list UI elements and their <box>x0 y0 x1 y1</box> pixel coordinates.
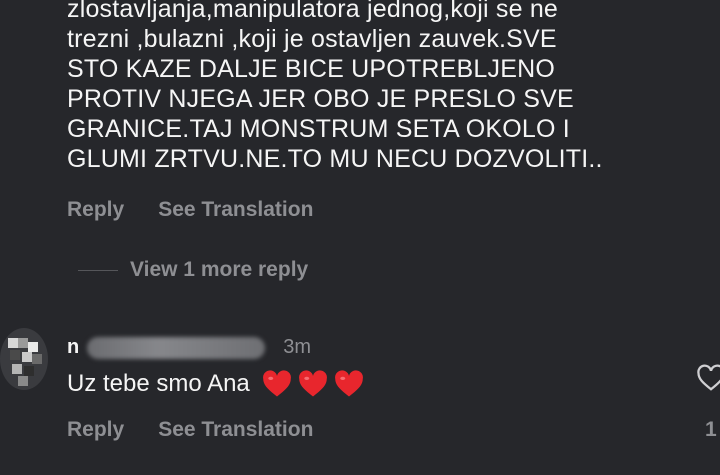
see-translation-button[interactable]: See Translation <box>158 198 313 222</box>
avatar-pixel <box>18 376 28 386</box>
avatar[interactable] <box>0 328 48 390</box>
reply-text-row: Uz tebe smo Ana <box>67 370 364 398</box>
reply-text: Uz tebe smo Ana <box>67 370 250 397</box>
username[interactable]: n <box>67 336 79 359</box>
comment-thread: zlostavljanja,manipulatora jednog,koji s… <box>0 0 720 475</box>
blurred-username <box>87 336 266 359</box>
comment-actions: Reply See Translation <box>67 198 313 222</box>
avatar-pixel <box>18 338 28 348</box>
avatar-pixel <box>32 354 42 364</box>
reply-button[interactable]: Reply <box>67 198 124 222</box>
like-heart-icon[interactable] <box>696 364 720 392</box>
view-more-replies-label: View 1 more reply <box>130 258 309 281</box>
timestamp: 3m <box>283 336 312 358</box>
reply-actions: Reply See Translation <box>67 418 313 442</box>
divider <box>78 269 118 271</box>
comment-line: zlostavljanja,manipulatora jednog,koji s… <box>67 0 559 23</box>
comment-line: PROTIV NJEGA JER OBO JE PRESLO SVE <box>67 85 574 113</box>
avatar-pixel <box>28 342 38 352</box>
see-translation-button[interactable]: See Translation <box>158 418 313 442</box>
avatar-pixel <box>24 366 34 376</box>
comment-text: zlostavljanja,manipulatora jednog,koji s… <box>67 0 667 174</box>
comment-line: GRANICE.TAJ MONSTRUM SETA OKOLO I <box>67 115 570 143</box>
like-count: 1 <box>705 418 717 441</box>
comment-line: GLUMI ZRTVU.NE.TO MU NECU DOZVOLITI.. <box>67 145 603 173</box>
view-more-replies-button[interactable]: View 1 more reply <box>78 258 308 282</box>
reply-header: n 3m <box>67 336 311 359</box>
avatar-pixel <box>12 364 22 374</box>
heart-emoji <box>298 370 327 397</box>
heart-emoji <box>334 370 363 397</box>
heart-emoji <box>262 370 291 397</box>
comment-line: trezni ,bulazni ,koji je ostavljen zauve… <box>67 25 557 53</box>
reply-button[interactable]: Reply <box>67 418 124 442</box>
avatar-pixel <box>8 338 18 348</box>
comment-line: STO KAZE DALJE BICE UPOTREBLJENO <box>67 55 556 83</box>
avatar-pixel <box>22 352 32 362</box>
avatar-pixel <box>10 350 20 360</box>
